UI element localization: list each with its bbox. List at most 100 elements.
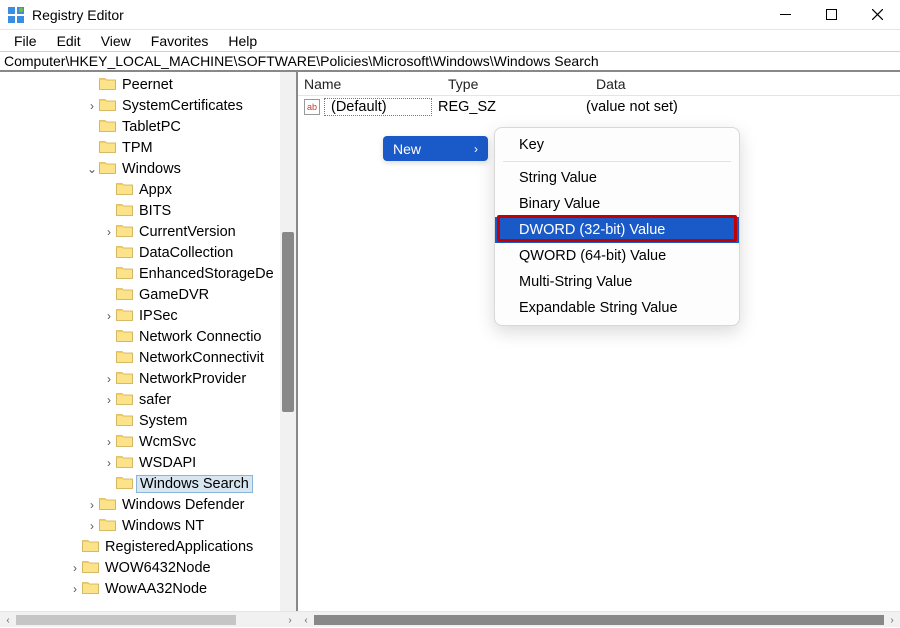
folder-icon	[116, 349, 137, 366]
list-pane: Name Type Data ab (Default) REG_SZ (valu…	[298, 72, 900, 611]
tree-pane: ·Peernet›SystemCertificates·TabletPC·TPM…	[0, 72, 298, 611]
chevron-right-icon[interactable]: ›	[102, 435, 116, 449]
tree-node-tpm[interactable]: ·TPM	[0, 137, 296, 158]
tree-node-windows-nt[interactable]: › Windows NT	[0, 515, 296, 536]
tree-node-wsdapi[interactable]: ›WSDAPI	[0, 452, 296, 473]
menu-favorites[interactable]: Favorites	[141, 31, 219, 51]
folder-icon	[116, 202, 137, 219]
tree-node-label: Windows Defender	[120, 497, 247, 513]
folder-icon	[116, 181, 137, 198]
list-row-default[interactable]: ab (Default) REG_SZ (value not set)	[298, 96, 900, 118]
tree-node-label: CurrentVersion	[137, 224, 238, 240]
tree-node-peernet[interactable]: ·Peernet	[0, 74, 296, 95]
col-name[interactable]: Name	[298, 76, 442, 92]
ctx-item-multistring[interactable]: Multi-String Value	[495, 269, 739, 295]
tree-node-gamedvr[interactable]: ·GameDVR	[0, 284, 296, 305]
address-bar[interactable]: Computer\HKEY_LOCAL_MACHINE\SOFTWARE\Pol…	[0, 52, 900, 72]
ctx-item-dword[interactable]: DWORD (32-bit) Value	[495, 217, 739, 243]
folder-icon	[116, 370, 137, 387]
tree-node-system[interactable]: ·System	[0, 410, 296, 431]
chevron-right-icon[interactable]: ›	[102, 225, 116, 239]
menu-edit[interactable]: Edit	[47, 31, 91, 51]
tree-node-ipsec[interactable]: › IPSec	[0, 305, 296, 326]
folder-icon	[116, 244, 137, 261]
context-parent-new[interactable]: New ›	[383, 136, 488, 161]
tree-node-tabletpc[interactable]: ·TabletPC	[0, 116, 296, 137]
regedit-icon	[8, 7, 24, 23]
menu-help[interactable]: Help	[218, 31, 267, 51]
folder-icon	[116, 454, 137, 471]
menu-bar: File Edit View Favorites Help	[0, 30, 900, 52]
col-type[interactable]: Type	[442, 76, 590, 92]
tree-node-label: WowAA32Node	[103, 581, 209, 597]
tree-node-wcmsvc[interactable]: ›WcmSvc	[0, 431, 296, 452]
tree-node-label: IPSec	[137, 308, 180, 324]
context-parent-label: New	[393, 141, 421, 157]
folder-icon	[116, 307, 137, 324]
workspace: ·Peernet›SystemCertificates·TabletPC·TPM…	[0, 72, 900, 611]
ctx-item-string[interactable]: String Value	[495, 165, 739, 191]
chevron-right-icon[interactable]: ›	[85, 99, 99, 113]
folder-icon	[82, 559, 103, 576]
folder-icon	[116, 433, 137, 450]
tree-node-label: Peernet	[120, 77, 175, 93]
tree-node-network-connectio[interactable]: ·Network Connectio	[0, 326, 296, 347]
list-header: Name Type Data	[298, 72, 900, 96]
ctx-item-qword[interactable]: QWORD (64-bit) Value	[495, 243, 739, 269]
tree-node-label: TPM	[120, 140, 155, 156]
close-button[interactable]	[854, 0, 900, 30]
value-type: REG_SZ	[432, 99, 580, 115]
tree-node-currentversion[interactable]: › CurrentVersion	[0, 221, 296, 242]
tree-node-label: Windows Search	[136, 475, 253, 493]
tree-node-safer[interactable]: ›safer	[0, 389, 296, 410]
tree-node-label: GameDVR	[137, 287, 211, 303]
tree-node-bits[interactable]: ·BITS	[0, 200, 296, 221]
chevron-right-icon[interactable]: ›	[102, 393, 116, 407]
tree-node-windows-search[interactable]: ·Windows Search	[0, 473, 296, 494]
minimize-button[interactable]	[762, 0, 808, 30]
chevron-down-icon[interactable]: ⌄	[85, 162, 99, 176]
folder-icon	[116, 223, 137, 240]
folder-icon	[99, 139, 120, 156]
folder-icon	[116, 328, 137, 345]
tree-node-systemcertificates[interactable]: ›SystemCertificates	[0, 95, 296, 116]
tree-node-windows[interactable]: ⌄ Windows	[0, 158, 296, 179]
ctx-item-key[interactable]: Key	[495, 132, 739, 158]
tree-node-datacollection[interactable]: ·DataCollection	[0, 242, 296, 263]
ctx-item-binary[interactable]: Binary Value	[495, 191, 739, 217]
value-name: (Default)	[324, 98, 432, 116]
chevron-right-icon[interactable]: ›	[68, 582, 82, 596]
tree-node-networkconnectivit[interactable]: ·NetworkConnectivit	[0, 347, 296, 368]
tree-node-wow6432node[interactable]: ›WOW6432Node	[0, 557, 296, 578]
tree-node-appx[interactable]: ·Appx	[0, 179, 296, 200]
chevron-right-icon[interactable]: ›	[102, 456, 116, 470]
tree-node-label: Windows NT	[120, 518, 206, 534]
chevron-right-icon[interactable]: ›	[85, 498, 99, 512]
context-submenu-new: Key String Value Binary Value DWORD (32-…	[494, 127, 740, 326]
menu-file[interactable]: File	[4, 31, 47, 51]
col-data[interactable]: Data	[590, 76, 900, 92]
tree-horizontal-scrollbar[interactable]: ‹ ›	[0, 611, 298, 627]
ctx-item-expandable[interactable]: Expandable String Value	[495, 295, 739, 321]
maximize-button[interactable]	[808, 0, 854, 30]
folder-icon	[116, 391, 137, 408]
tree-node-windows-defender[interactable]: › Windows Defender	[0, 494, 296, 515]
menu-view[interactable]: View	[91, 31, 141, 51]
tree-node-label: RegisteredApplications	[103, 539, 255, 555]
folder-icon	[99, 97, 120, 114]
folder-icon	[99, 496, 120, 513]
chevron-right-icon[interactable]: ›	[102, 309, 116, 323]
chevron-right-icon[interactable]: ›	[68, 561, 82, 575]
tree-node-wowaa32node[interactable]: › WowAA32Node	[0, 578, 296, 599]
chevron-right-icon[interactable]: ›	[102, 372, 116, 386]
tree-node-networkprovider[interactable]: ›NetworkProvider	[0, 368, 296, 389]
folder-icon	[82, 580, 103, 597]
tree-node-enhancedstoragede[interactable]: ·EnhancedStorageDe	[0, 263, 296, 284]
value-data: (value not set)	[580, 99, 684, 115]
tree-node-registeredapplications[interactable]: ·RegisteredApplications	[0, 536, 296, 557]
tree-node-label: Windows	[120, 161, 183, 177]
chevron-right-icon[interactable]: ›	[85, 519, 99, 533]
tree-vertical-scrollbar[interactable]	[280, 72, 296, 611]
tree-node-label: NetworkConnectivit	[137, 350, 266, 366]
list-horizontal-scrollbar[interactable]: ‹ ›	[298, 611, 900, 627]
